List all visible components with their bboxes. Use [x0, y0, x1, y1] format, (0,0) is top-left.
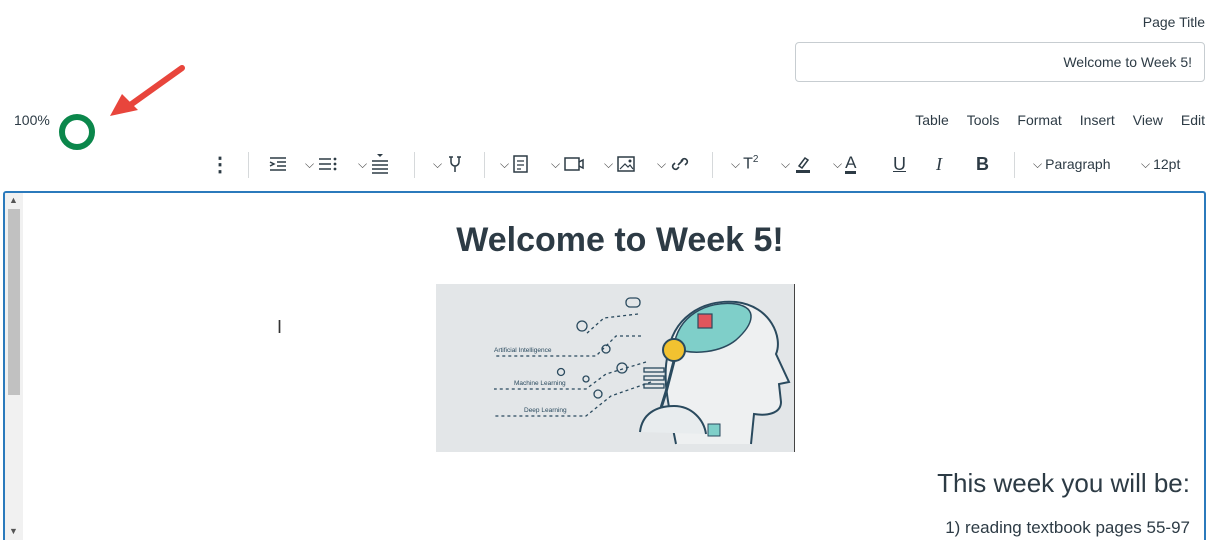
arrow-annotation-icon: [110, 65, 185, 116]
bold-button[interactable]: B: [976, 140, 989, 188]
menu-view[interactable]: View: [1133, 112, 1163, 128]
italic-button[interactable]: I: [936, 140, 942, 188]
image-label-dl: Deep Learning: [524, 407, 567, 414]
video-dropdown[interactable]: ⌵: [548, 140, 585, 188]
menu-tools[interactable]: Tools: [967, 112, 1000, 128]
bullet-list-dropdown[interactable]: ⌵: [302, 140, 337, 188]
document-dropdown[interactable]: ⌵: [497, 140, 530, 188]
menu-edit[interactable]: Edit: [1181, 112, 1205, 128]
page-title-input[interactable]: [795, 42, 1205, 82]
scroll-up-icon[interactable]: ▲: [9, 195, 18, 205]
font-size-label: 12pt: [1153, 156, 1181, 172]
link-dropdown[interactable]: ⌵: [654, 140, 691, 188]
menubar: Table Tools Format Insert View Edit: [915, 112, 1205, 128]
text-color-dropdown[interactable]: ⌵ A: [830, 140, 857, 188]
superscript-dropdown[interactable]: ⌵ T2: [728, 140, 758, 188]
menu-format[interactable]: Format: [1017, 112, 1061, 128]
content-subheading: This week you will be:: [937, 468, 1190, 498]
block-format-label: Paragraph: [1045, 156, 1111, 172]
align-dropdown[interactable]: ⌵: [355, 140, 390, 188]
menu-insert[interactable]: Insert: [1080, 112, 1115, 128]
editor-toolbar: ⋮ ⌵ ⌵ ⌵ ⌵ ⌵ ⌵ ⌵ ⌵ T2 ⌵ ⌵ A U I B ⌵ Parag…: [0, 140, 1219, 188]
underline-button[interactable]: U: [893, 140, 906, 188]
rich-content-editor[interactable]: ▲ ▼ I Welcome to Week 5! Artificial Inte…: [3, 191, 1206, 540]
indent-icon[interactable]: [268, 140, 288, 188]
content-list-item: 1) reading textbook pages 55-97: [945, 518, 1190, 537]
text-cursor-icon: I: [277, 317, 283, 337]
media-embed-dropdown[interactable]: ⌵: [430, 140, 465, 188]
image-dropdown[interactable]: ⌵: [601, 140, 636, 188]
ai-illustration-image[interactable]: Artificial Intelligence Machine Learning…: [436, 284, 795, 452]
more-options-icon[interactable]: ⋮: [210, 140, 230, 188]
font-size-dropdown[interactable]: ⌵ 12pt: [1138, 140, 1180, 188]
scroll-down-icon[interactable]: ▼: [9, 526, 18, 536]
image-label-ml: Machine Learning: [514, 380, 566, 387]
image-label-ai: Artificial Intelligence: [494, 347, 552, 354]
accessibility-score: 100%: [14, 112, 50, 128]
menu-table[interactable]: Table: [915, 112, 948, 128]
page-title-label: Page Title: [1142, 14, 1205, 30]
content-heading: Welcome to Week 5!: [456, 221, 784, 259]
highlight-color-dropdown[interactable]: ⌵: [778, 140, 813, 188]
block-format-dropdown[interactable]: ⌵ Paragraph: [1030, 140, 1111, 188]
